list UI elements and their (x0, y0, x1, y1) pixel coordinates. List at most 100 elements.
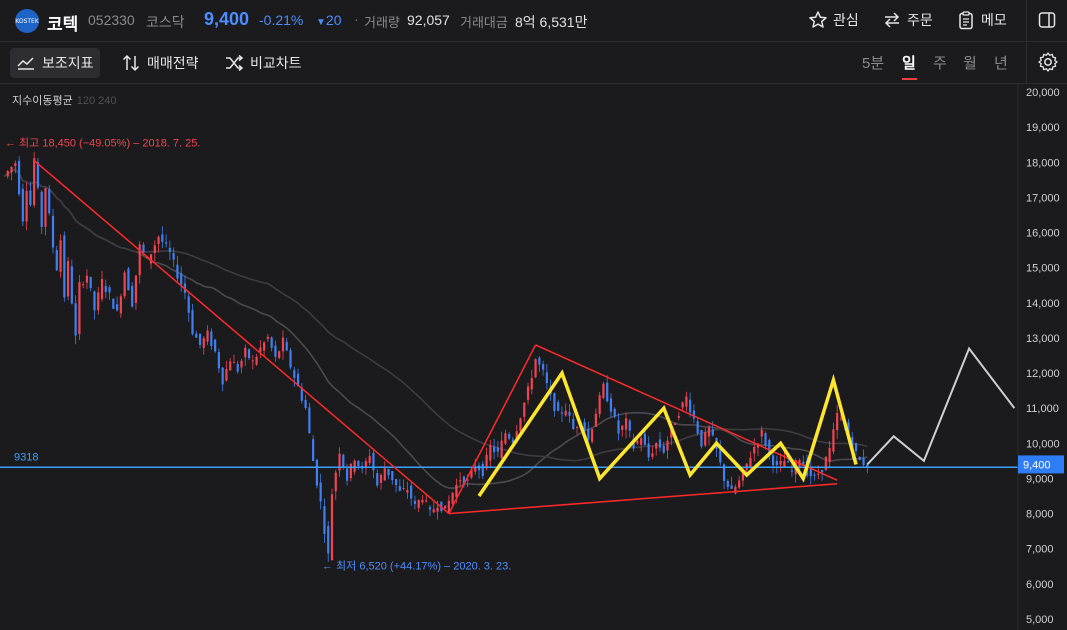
candle-body (394, 478, 398, 486)
candle-body (402, 488, 405, 490)
current-price-tag-label: 9,400 (1023, 459, 1051, 471)
candle-body (594, 413, 597, 427)
memo-button[interactable]: 메모 (956, 8, 1007, 32)
compare-label: 비교차트 (250, 55, 302, 71)
candle-body (726, 480, 729, 487)
candle-body (259, 347, 262, 352)
candle-body (353, 460, 356, 472)
candle-body (36, 161, 40, 188)
candle-body (161, 234, 164, 242)
timeframe-month[interactable]: 월 (963, 52, 977, 73)
clipboard-icon (959, 11, 973, 30)
y-tick-label: 11,000 (1026, 403, 1059, 415)
candle-body (443, 505, 447, 509)
candle-body (10, 166, 13, 173)
candle-body (323, 506, 326, 534)
candle-body (685, 396, 688, 407)
candle-body (40, 191, 43, 228)
candle-body (572, 419, 575, 429)
candle-body (214, 339, 217, 352)
candle-body (707, 427, 711, 437)
candle-body (591, 429, 594, 442)
candle-body (775, 461, 778, 466)
timeframe-5min[interactable]: 5분 (862, 52, 884, 73)
hline-label: 9318 (14, 451, 38, 463)
candle-body (628, 420, 631, 431)
amount-value: 8억 6,531만 (515, 14, 588, 30)
candle-body (308, 407, 311, 434)
candle-body (123, 272, 126, 297)
candle-body (824, 456, 827, 471)
candle-body (349, 463, 352, 479)
panel-toggle-icon[interactable] (1037, 10, 1057, 30)
strategy-button[interactable]: 매매전략 (115, 48, 205, 78)
timeframe-day[interactable]: 일 (902, 52, 916, 73)
candle-body (206, 330, 209, 342)
watch-button[interactable]: 관심 (808, 8, 859, 32)
candle-body (112, 298, 115, 309)
current-price: 9,400 (204, 9, 250, 29)
candle-body (647, 443, 650, 458)
candle-body (263, 342, 266, 351)
candle-body (836, 413, 839, 430)
change-percent: -0.21% (259, 12, 304, 28)
candle-body (285, 341, 288, 351)
indicator-button[interactable]: 보조지표 (10, 48, 100, 78)
candle-body (783, 460, 786, 467)
candle-body (839, 418, 843, 420)
candle-body (240, 360, 243, 368)
candle-body (730, 485, 733, 489)
price-chart[interactable]: 20,000 19,000 18,000 17,000 16,000 15,000 14,0… (0, 84, 1067, 630)
candle-body (711, 429, 714, 436)
candle-body (673, 423, 677, 425)
candle-body (176, 264, 179, 279)
memo-label: 메모 (981, 12, 1007, 28)
candle-body (428, 507, 432, 510)
candle-body (191, 310, 194, 335)
candle-body (368, 456, 371, 463)
candle-body (779, 460, 782, 465)
candle-body (334, 472, 337, 492)
candle-body (406, 490, 409, 493)
chart-toolbar: 보조지표 매매전략 비교차트 5분 일 주 월 년 (0, 42, 1067, 84)
candle-body (455, 484, 458, 497)
candle-body (127, 268, 130, 291)
candle-body (14, 163, 17, 167)
candle-body (274, 345, 277, 357)
candle-body (587, 428, 590, 440)
candle-body (413, 500, 417, 504)
star-icon (809, 11, 827, 28)
candle-body (689, 399, 692, 413)
candle-body (538, 357, 541, 365)
candle-body (172, 253, 175, 260)
candle-body (51, 215, 55, 248)
candle-body (180, 273, 183, 285)
candle-body (48, 189, 51, 214)
candle-body (142, 244, 145, 253)
candle-body (602, 383, 605, 398)
settings-gear-icon[interactable] (1036, 50, 1060, 74)
candle-body (481, 463, 484, 476)
candle-body (25, 190, 28, 222)
candle-body (485, 454, 488, 469)
timeframe-year[interactable]: 년 (994, 52, 1008, 73)
candle-body (281, 337, 285, 352)
candle-body (504, 433, 507, 444)
up-down-arrows-icon (122, 54, 140, 72)
candle-body (760, 429, 763, 437)
timeframe-week[interactable]: 주 (933, 52, 947, 73)
candle-body (820, 470, 824, 473)
candle-body (330, 494, 334, 561)
candle-body (59, 240, 62, 272)
header-divider (1026, 0, 1027, 42)
order-button[interactable]: 주문 (882, 8, 933, 32)
candle-body (496, 447, 499, 452)
candle-body (636, 440, 639, 444)
candle-body (658, 439, 662, 448)
candle-body (255, 356, 258, 365)
trend-line (448, 482, 838, 515)
candle-body (534, 359, 537, 378)
candle-body (609, 398, 613, 412)
high-annotation: ← 최고 18,450 (−49.05%) – 2018. 7. 25. (5, 136, 200, 149)
compare-button[interactable]: 비교차트 (218, 48, 308, 78)
